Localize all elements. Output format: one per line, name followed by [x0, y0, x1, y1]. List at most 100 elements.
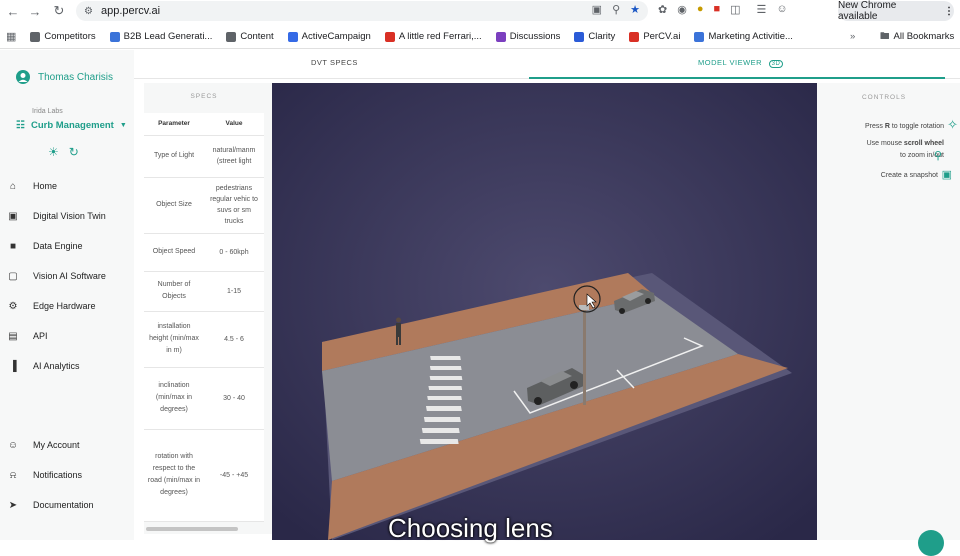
camera-extension-icon[interactable]: ◉ [677, 3, 687, 16]
extension-icon-3[interactable]: ■ [713, 3, 720, 16]
theme-toggle-icon[interactable]: ☀ [48, 145, 59, 159]
puzzle-icon[interactable]: ◫ [730, 3, 740, 16]
project-selector[interactable]: ☷ Curb Management ▼ [16, 120, 127, 131]
all-bookmarks-label: All Bookmarks [893, 31, 955, 42]
sidebar-item-label: Digital Vision Twin [33, 211, 106, 221]
bookmark-item[interactable]: A little red Ferrari,... [384, 31, 482, 42]
table-row: Number of Objects 1-15 [144, 271, 264, 312]
bookmark-favicon-icon [694, 31, 705, 42]
active-tab-indicator [529, 77, 945, 79]
cast-icon[interactable]: ▣ [592, 3, 602, 16]
sidebar-item-label: AI Analytics [33, 361, 80, 371]
spec-value: pedestrians regular vehic to suvs or sm … [204, 177, 264, 234]
bookmark-favicon-icon [495, 31, 506, 42]
account-icon: ☺ [7, 439, 19, 451]
bookmark-star-icon[interactable]: ★ [630, 3, 640, 16]
spec-param: Object Speed [144, 233, 204, 272]
3d-scene[interactable] [272, 83, 817, 540]
chevron-down-icon: ▼ [119, 122, 127, 129]
bookmark-label: PerCV.ai [643, 31, 681, 42]
table-row: Type of Light natural/manm (street light [144, 135, 264, 178]
url-text: app.percv.ai [100, 5, 161, 17]
profile-icon[interactable]: ☺ [776, 3, 787, 16]
bookmark-favicon-icon [287, 31, 298, 42]
bookmark-item[interactable]: Discussions [495, 31, 561, 42]
sidebar-item-home[interactable]: ⌂ Home [7, 180, 57, 192]
sidebar-item-my-account[interactable]: ☺ My Account [7, 439, 80, 451]
specs-panel: SPECS Parameter Value Type of Light natur… [144, 83, 272, 534]
home-icon: ⌂ [9, 180, 17, 192]
specs-title: SPECS [190, 93, 218, 100]
tab-model-viewer[interactable]: MODEL VIEWER 3D [698, 58, 784, 68]
twin-icon: ▣ [8, 210, 18, 222]
bookmark-label: Competitors [44, 31, 96, 42]
sidebar-item-notifications[interactable]: ⍾ Notifications [7, 469, 82, 481]
controls-title: CONTROLS [861, 94, 907, 101]
horizontal-scrollbar[interactable] [146, 527, 238, 531]
sidebar-item-api[interactable]: ▤ API [7, 330, 47, 342]
zoom-hint: Use mouse scroll wheel to zoom in/out [867, 138, 944, 162]
bookmark-item[interactable]: Competitors [30, 31, 96, 42]
project-name: Curb Management [30, 120, 114, 131]
spec-param: Number of Objects [144, 271, 204, 312]
sidebar-item-digital-vision-twin[interactable]: ▣ Digital Vision Twin [7, 210, 106, 222]
specs-table: Parameter Value Type of Light natural/man… [144, 113, 264, 522]
bookmark-favicon-icon [226, 31, 237, 42]
bookmark-item[interactable]: PerCV.ai [629, 31, 680, 42]
snapshot-camera-icon[interactable]: ▣ [942, 168, 952, 181]
sidebar-item-documentation[interactable]: ➤ Documentation [7, 499, 94, 511]
zoom-key: scroll wheel [903, 140, 944, 147]
table-row: installation height (min/max in m) 4.5 - … [144, 311, 264, 368]
tab-model-viewer-label: MODEL VIEWER [698, 58, 763, 67]
more-bookmarks-icon[interactable]: » [850, 31, 855, 42]
address-bar[interactable]: ⚙ app.percv.ai ▣ ⚲ ★ [76, 1, 648, 21]
bookmarks-bar: ▦ Competitors B2B Lead Generati... Content… [0, 25, 960, 49]
bookmark-label: Content [240, 31, 274, 42]
bookmark-item[interactable]: Clarity [574, 31, 615, 42]
sidebar-item-vision-ai-software[interactable]: ▢ Vision AI Software [7, 270, 106, 282]
sidebar-item-label: Documentation [33, 500, 94, 510]
rotate-icon[interactable]: ✧ [947, 117, 958, 133]
bookmark-label: B2B Lead Generati... [123, 31, 213, 42]
video-subtitle: Choosing lens [388, 513, 553, 543]
bookmark-label: Discussions [509, 31, 561, 42]
menu-dots-icon[interactable]: ⋮ [944, 6, 954, 17]
bookmark-item[interactable]: B2B Lead Generati... [109, 31, 213, 42]
rotate-key: R [884, 123, 890, 130]
user-profile[interactable]: Thomas Charisis [16, 70, 113, 84]
extension-icon-1[interactable]: ✿ [658, 3, 667, 16]
bookmark-favicon-icon [30, 31, 41, 42]
site-info-icon[interactable]: ⚙ [84, 6, 93, 17]
back-icon[interactable]: ← [4, 2, 22, 20]
tab-dvt-specs[interactable]: DVT SPECS [311, 58, 358, 67]
forward-icon[interactable]: → [26, 2, 44, 20]
new-chrome-button[interactable]: New Chrome available ⋮ [838, 0, 954, 22]
bell-icon: ⍾ [9, 469, 17, 481]
reload-icon[interactable]: ↻ [50, 2, 68, 20]
sidebar-item-data-engine[interactable]: ■ Data Engine [7, 240, 83, 252]
model-viewer-canvas[interactable] [272, 83, 817, 540]
bookmark-list: Competitors B2B Lead Generati... Content Ac… [30, 31, 807, 42]
analytics-icon: ▐ [9, 360, 17, 372]
extension-icon-2[interactable]: ● [697, 3, 704, 16]
all-bookmarks[interactable]: 🖿 All Bookmarks [880, 29, 954, 45]
media-icon[interactable]: ☰ [757, 3, 767, 16]
bookmark-item[interactable]: Marketing Activitie... [694, 31, 793, 42]
sidebar-item-ai-analytics[interactable]: ▐ AI Analytics [7, 360, 80, 372]
sidebar-item-edge-hardware[interactable]: ⚙ Edge Hardware [7, 300, 96, 312]
sidebar-item-label: Vision AI Software [33, 271, 106, 281]
bookmark-label: Clarity [588, 31, 616, 42]
bookmark-label: ActiveCampaign [301, 31, 371, 42]
bookmark-item[interactable]: Content [226, 31, 274, 42]
zoom-icon[interactable]: ⚲ [612, 3, 620, 16]
bookmark-favicon-icon [109, 31, 120, 42]
hardware-icon: ⚙ [8, 300, 18, 312]
zoom-in-icon[interactable]: ⚲ [934, 149, 942, 162]
apps-icon[interactable]: ▦ [6, 30, 16, 43]
camera-icon: ■ [9, 240, 17, 252]
bookmark-item[interactable]: ActiveCampaign [287, 31, 371, 42]
spec-value: natural/manm (street light [204, 135, 264, 178]
snapshot-label: Create a snapshot [880, 172, 938, 179]
refresh-icon[interactable]: ↻ [69, 145, 79, 159]
help-fab-button[interactable] [918, 530, 944, 556]
